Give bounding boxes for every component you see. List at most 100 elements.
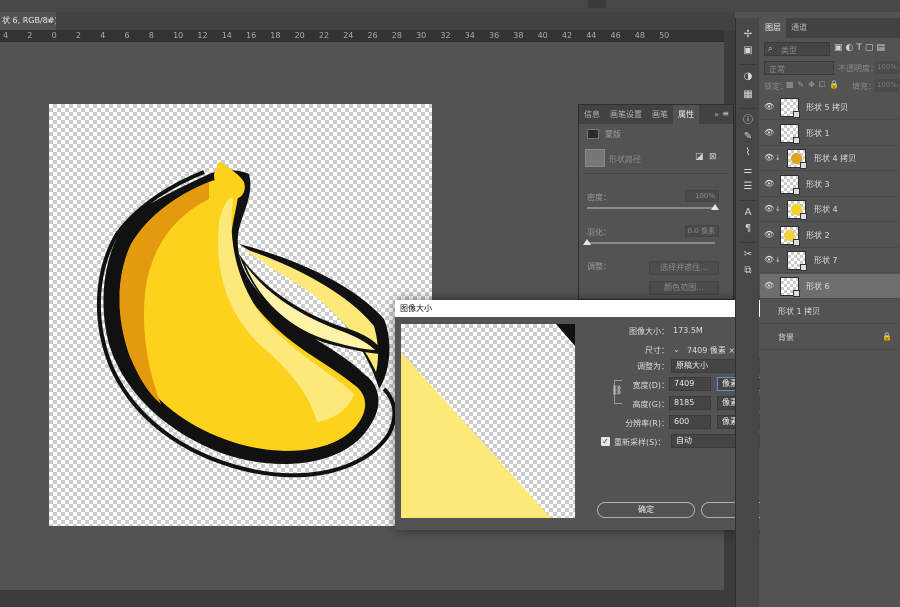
resolution-input[interactable]: 600 bbox=[669, 415, 711, 429]
layer-thumbnail[interactable] bbox=[780, 276, 800, 297]
layers-tab[interactable]: 通道 bbox=[786, 18, 812, 38]
select-pixels-icon[interactable]: ◪ bbox=[695, 152, 704, 162]
clone-source-icon[interactable]: ▣ bbox=[741, 44, 755, 58]
feather-value-field[interactable]: 0.0 像素 bbox=[685, 225, 719, 237]
fit-to-label: 调整为： bbox=[637, 362, 669, 371]
swatches-icon[interactable]: ▦ bbox=[741, 88, 755, 102]
ruler-tick-label: 6 bbox=[124, 31, 130, 40]
clipping-mask-icon: ↓ bbox=[775, 205, 781, 213]
layer-row[interactable]: 形状 1 拷贝 bbox=[760, 299, 900, 324]
visibility-eye-icon[interactable]: 👁 bbox=[764, 128, 774, 138]
layer-row[interactable]: 👁 ↓ 形状 4 拷贝 bbox=[760, 146, 900, 171]
visibility-eye-icon[interactable]: 👁 bbox=[764, 204, 774, 214]
layer-row[interactable]: 👁 形状 1 bbox=[760, 121, 900, 146]
properties-tab[interactable]: 属性 bbox=[673, 105, 699, 124]
preview-image bbox=[401, 324, 575, 518]
divider bbox=[740, 108, 756, 109]
layer-row[interactable]: 👁 形状 2 bbox=[760, 223, 900, 248]
visibility-eye-icon[interactable]: 👁 bbox=[764, 179, 774, 189]
adjustments-icon[interactable]: ⚌ bbox=[741, 164, 755, 178]
layer-thumbnail[interactable] bbox=[780, 174, 800, 195]
visibility-eye-icon[interactable]: 👁 bbox=[764, 281, 774, 291]
opacity-field[interactable]: 100% bbox=[875, 61, 899, 74]
mask-type-label: 形状路径 bbox=[609, 155, 641, 164]
properties-tab[interactable]: 画笔设置 bbox=[605, 105, 647, 124]
tools-icon[interactable]: ✂ bbox=[741, 248, 755, 262]
resample-checkbox[interactable]: ✓ bbox=[601, 437, 610, 446]
info-icon[interactable]: ⓘ bbox=[741, 114, 755, 128]
feather-slider-knob[interactable] bbox=[583, 239, 591, 245]
divider bbox=[740, 242, 756, 243]
workspace-button[interactable] bbox=[588, 0, 606, 8]
navigator-icon[interactable]: ✢ bbox=[741, 28, 755, 42]
document-canvas[interactable] bbox=[49, 104, 432, 526]
visibility-eye-icon[interactable] bbox=[764, 332, 774, 342]
shape-layer-badge-icon bbox=[793, 187, 800, 195]
feather-label: 羽化： bbox=[587, 228, 611, 237]
preview-outline-corner bbox=[556, 324, 575, 346]
properties-tab[interactable]: 信息 bbox=[579, 105, 605, 124]
layer-comps-icon[interactable]: ⧉ bbox=[741, 264, 755, 278]
layer-filter-icons[interactable]: ▣◐T▢▤ bbox=[834, 43, 888, 53]
layer-name: 形状 5 拷贝 bbox=[806, 103, 849, 112]
layer-row[interactable]: 背景 🔒 bbox=[760, 325, 900, 350]
character-icon[interactable]: A bbox=[741, 206, 755, 220]
layer-name: 形状 4 bbox=[814, 205, 838, 214]
properties-tab[interactable]: 画笔 bbox=[647, 105, 673, 124]
layer-filter-select[interactable]: ⌕ 类型 bbox=[764, 42, 830, 56]
dialog-preview[interactable] bbox=[401, 324, 575, 518]
layers-tab[interactable]: 图层 bbox=[760, 18, 786, 38]
shape-layer-badge-icon bbox=[800, 213, 807, 220]
density-value-field[interactable]: 100% bbox=[685, 190, 719, 202]
width-input[interactable]: 7409 bbox=[669, 377, 711, 391]
layer-row[interactable]: 👁 形状 5 拷贝 bbox=[760, 95, 900, 120]
fill-field[interactable]: 100% bbox=[875, 79, 899, 92]
divider bbox=[740, 64, 756, 65]
apply-mask-icon[interactable]: ⊠ bbox=[709, 152, 717, 162]
divider bbox=[740, 200, 756, 201]
color-range-button[interactable]: 颜色范围... bbox=[649, 281, 719, 295]
resolution-label: 分辨率(R)： bbox=[625, 419, 669, 428]
visibility-eye-icon[interactable]: 👁 bbox=[764, 255, 774, 265]
ruler-tick-label: 24 bbox=[343, 31, 354, 40]
visibility-eye-icon[interactable]: 👁 bbox=[764, 102, 774, 112]
ruler-tick-label: 8 bbox=[148, 31, 154, 40]
blend-mode-select[interactable]: 正常 bbox=[764, 61, 834, 75]
properties-icon[interactable]: ☰ bbox=[741, 180, 755, 194]
horizontal-scrollbar[interactable] bbox=[0, 590, 735, 607]
layer-thumbnail[interactable] bbox=[787, 200, 807, 220]
height-input[interactable]: 8185 bbox=[669, 396, 711, 410]
visibility-eye-icon[interactable]: 👁 bbox=[764, 153, 774, 163]
layer-thumbnail[interactable] bbox=[787, 251, 807, 271]
layer-thumbnail[interactable] bbox=[787, 149, 807, 169]
layer-row[interactable]: 👁 形状 3 bbox=[760, 172, 900, 197]
close-tab-icon[interactable]: × bbox=[46, 12, 53, 30]
layer-thumbnail[interactable] bbox=[780, 225, 800, 246]
layer-name: 形状 6 bbox=[806, 281, 830, 291]
layer-row[interactable]: 👁 ↓ 形状 4 bbox=[760, 197, 900, 222]
brush-icon[interactable]: ✎ bbox=[741, 130, 755, 144]
ruler-tick-label: 4 bbox=[100, 31, 106, 40]
ruler-tick-label: 2 bbox=[75, 31, 81, 40]
collapse-panel-icon[interactable]: » bbox=[709, 105, 733, 124]
paragraph-icon[interactable]: ¶ bbox=[741, 222, 755, 236]
ruler-tick-label: 30 bbox=[416, 31, 427, 40]
density-slider-knob[interactable] bbox=[711, 204, 719, 210]
chevron-down-icon[interactable]: ⌄ bbox=[673, 345, 680, 354]
feather-slider-track[interactable] bbox=[587, 242, 715, 244]
layer-row[interactable]: 👁 ↓ 形状 7 bbox=[760, 248, 900, 273]
ok-button[interactable]: 确定 bbox=[597, 502, 695, 518]
visibility-eye-icon[interactable] bbox=[764, 306, 774, 316]
select-and-mask-button[interactable]: 选择并遮住... bbox=[649, 261, 719, 275]
lock-icons[interactable]: ▩✎✥⧠🔒 bbox=[786, 80, 843, 90]
mask-icon bbox=[587, 129, 599, 139]
density-slider-track[interactable] bbox=[587, 207, 715, 209]
layer-thumbnail[interactable] bbox=[780, 123, 800, 144]
document-tab[interactable]: 状 6, RGB/8#) × bbox=[0, 12, 56, 30]
visibility-eye-icon[interactable]: 👁 bbox=[764, 230, 774, 240]
panel-menu-icon[interactable]: ≡ bbox=[722, 109, 729, 118]
layer-row[interactable]: 👁 形状 6 bbox=[760, 273, 900, 299]
layer-thumbnail[interactable] bbox=[780, 98, 800, 118]
brush-settings-icon[interactable]: ⌇ bbox=[741, 146, 755, 160]
color-icon[interactable]: ◑ bbox=[741, 70, 755, 84]
